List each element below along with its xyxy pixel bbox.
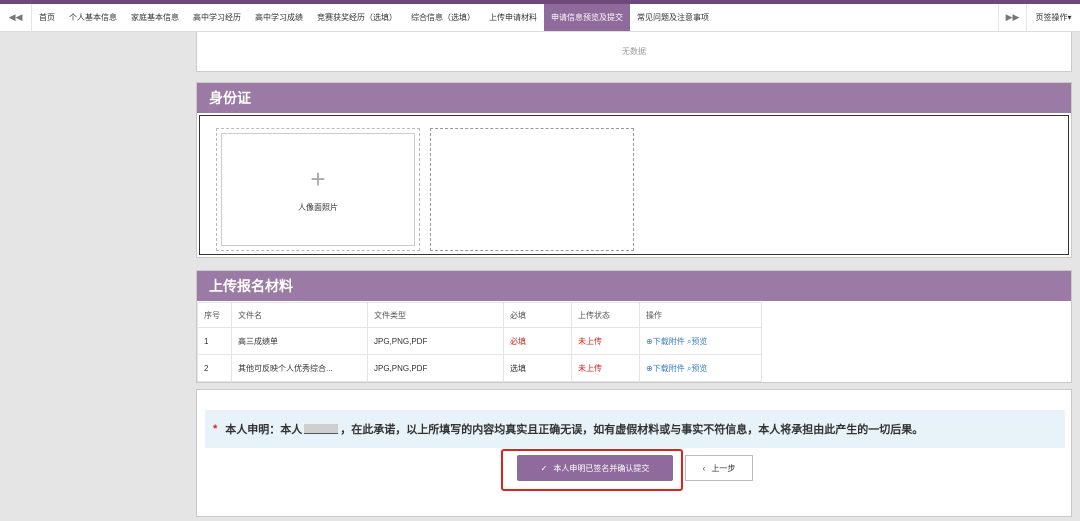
tab-upload-materials[interactable]: 上传申请材料	[482, 4, 544, 31]
tab-home[interactable]: 首页	[32, 4, 62, 31]
id-card-panel: 身份证 + 人像面照片	[196, 82, 1072, 258]
col-status: 上传状态	[571, 302, 640, 328]
declaration-prefix: 本人申明：本人	[225, 424, 303, 436]
row-actions: ⊕下载附件 ⌕预览	[639, 354, 762, 382]
row-no: 1	[197, 327, 232, 355]
previous-step-button[interactable]: ‹ 上一步	[685, 455, 753, 481]
portrait-upload-label: 人像面照片	[298, 203, 338, 212]
id-card-body: + 人像面照片	[199, 115, 1069, 255]
row-required: 选填	[503, 354, 572, 382]
table-row: 1 高三成绩单 JPG,PNG,PDF 必填 未上传 ⊕下载附件 ⌕预览	[197, 327, 762, 355]
download-attachment-link[interactable]: ⊕下载附件	[646, 337, 685, 346]
tab-scroll-left-icon[interactable]: ◀◀	[0, 4, 32, 31]
declaration-panel: * 本人申明：本人 ，在此承诺，以上所填写的内容均真实且正确无误，如有虚假材料或…	[196, 389, 1072, 517]
confirm-submit-button[interactable]: ✓ 本人申明已签名并确认提交	[517, 455, 673, 481]
tab-list: 首页 个人基本信息 家庭基本信息 高中学习经历 高中学习成绩 竞赛获奖经历（选填…	[32, 4, 998, 31]
check-icon: ✓	[540, 463, 548, 473]
col-filetype: 文件类型	[367, 302, 504, 328]
row-actions: ⊕下载附件 ⌕预览	[639, 327, 762, 355]
tab-personal-info[interactable]: 个人基本信息	[62, 4, 124, 31]
id-card-preview-box	[430, 128, 634, 251]
no-data-text: 无数据	[622, 47, 646, 56]
declaration-text: * 本人申明：本人 ，在此承诺，以上所填写的内容均真实且正确无误，如有虚假材料或…	[205, 410, 1065, 448]
materials-panel: 上传报名材料 序号 文件名 文件类型 必填 上传状态 操作 1 高三成绩单 JP…	[196, 270, 1072, 383]
previous-section-panel: 无数据	[196, 32, 1072, 72]
row-status: 未上传	[571, 327, 640, 355]
tab-ops-label: 页签操作	[1035, 13, 1068, 22]
preview-link[interactable]: ⌕预览	[687, 364, 707, 373]
chevron-down-icon: ▾	[1067, 13, 1072, 22]
row-filetype: JPG,PNG,PDF	[367, 354, 504, 382]
table-row: 2 其他可反映个人优秀综合... JPG,PNG,PDF 选填 未上传 ⊕下载附…	[197, 354, 762, 382]
declaration-suffix: ，在此承诺，以上所填写的内容均真实且正确无误，如有虚假材料或与事实不符信息，本人…	[340, 424, 924, 436]
download-label: 下载附件	[652, 336, 685, 346]
plus-icon: +	[310, 164, 326, 194]
tab-highschool-grades[interactable]: 高中学习成绩	[248, 4, 310, 31]
portrait-upload-inner: + 人像面照片	[221, 133, 415, 246]
col-actions: 操作	[639, 302, 762, 328]
tab-preview-submit[interactable]: 申请信息预览及提交	[544, 4, 630, 31]
row-required: 必填	[503, 327, 572, 355]
tab-family-info[interactable]: 家庭基本信息	[124, 4, 186, 31]
tab-faq[interactable]: 常见问题及注意事项	[630, 4, 716, 31]
download-icon: ⊕	[646, 363, 653, 373]
row-no: 2	[197, 354, 232, 382]
tab-scroll-right-icon[interactable]: ▶▶	[998, 4, 1026, 31]
main-content: 无数据 身份证 + 人像面照片 上传报名材料 序号 文件名 文件类型 必填 上传…	[196, 32, 1072, 521]
download-icon: ⊕	[646, 336, 653, 346]
row-filetype: JPG,PNG,PDF	[367, 327, 504, 355]
table-header-row: 序号 文件名 文件类型 必填 上传状态 操作	[197, 302, 762, 328]
download-attachment-link[interactable]: ⊕下载附件	[646, 364, 685, 373]
materials-table: 序号 文件名 文件类型 必填 上传状态 操作 1 高三成绩单 JPG,PNG,P…	[197, 302, 762, 382]
tab-competition-awards[interactable]: 竞赛获奖经历（选填）	[310, 4, 404, 31]
tab-highschool-history[interactable]: 高中学习经历	[186, 4, 248, 31]
download-label: 下载附件	[652, 363, 685, 373]
col-required: 必填	[503, 302, 572, 328]
col-no: 序号	[197, 302, 232, 328]
portrait-upload-box[interactable]: + 人像面照片	[216, 128, 420, 251]
chevron-left-icon: ‹	[702, 463, 706, 473]
tab-comprehensive-info[interactable]: 综合信息（选填）	[404, 4, 482, 31]
preview-link[interactable]: ⌕预览	[687, 337, 707, 346]
preview-label: 预览	[691, 336, 708, 346]
prev-label: 上一步	[711, 463, 736, 473]
submit-label: 本人申明已签名并确认提交	[553, 463, 650, 473]
id-card-title: 身份证	[197, 83, 1071, 113]
col-filename: 文件名	[231, 302, 368, 328]
preview-label: 预览	[691, 363, 708, 373]
required-star: *	[213, 423, 218, 435]
tab-operations-dropdown[interactable]: 页签操作 ▾	[1026, 4, 1080, 31]
row-filename: 其他可反映个人优秀综合...	[231, 354, 368, 382]
row-filename: 高三成绩单	[231, 327, 368, 355]
materials-title: 上传报名材料	[197, 271, 1071, 301]
tab-bar: ◀◀ 首页 个人基本信息 家庭基本信息 高中学习经历 高中学习成绩 竞赛获奖经历…	[0, 4, 1080, 32]
redacted-name	[304, 424, 339, 434]
row-status: 未上传	[571, 354, 640, 382]
